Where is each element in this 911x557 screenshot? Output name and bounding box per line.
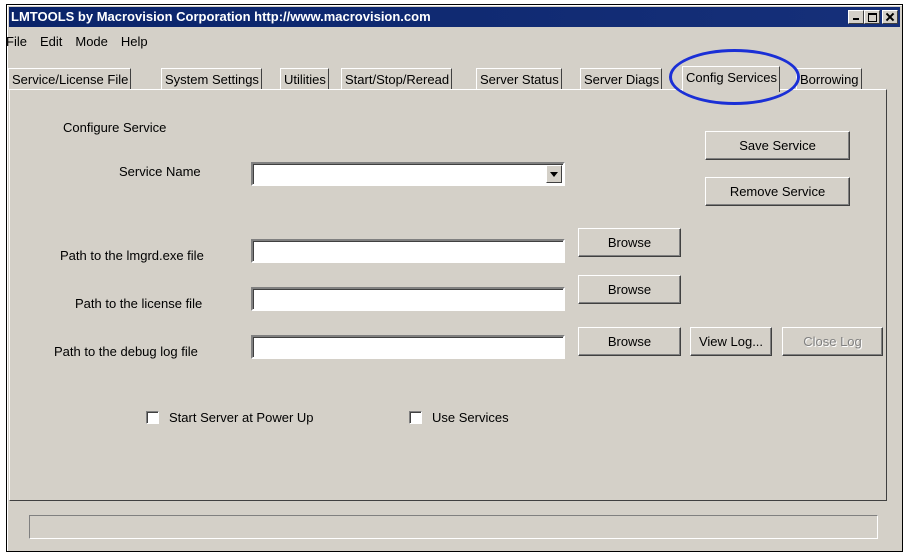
lmgrd-path-field[interactable]	[251, 239, 565, 263]
window-title: LMTOOLS by Macrovision Corporation http:…	[11, 9, 431, 24]
maximize-button[interactable]	[864, 10, 880, 24]
menu-file[interactable]: File	[6, 34, 27, 49]
tab-config-services[interactable]: Config Services	[682, 66, 781, 92]
service-name-label: Service Name	[119, 164, 201, 179]
status-bar	[29, 515, 878, 539]
browse-debug-log-button[interactable]: Browse	[578, 327, 681, 356]
title-bar[interactable]: LMTOOLS by Macrovision Corporation http:…	[9, 7, 900, 27]
close-log-button: Close Log	[782, 327, 883, 356]
start-at-power-up-box[interactable]	[146, 411, 159, 424]
tab-system-settings[interactable]: System Settings	[161, 68, 262, 90]
save-service-button[interactable]: Save Service	[705, 131, 850, 160]
browse-license-button[interactable]: Browse	[578, 275, 681, 304]
menu-edit[interactable]: Edit	[40, 34, 62, 49]
tab-server-status[interactable]: Server Status	[476, 68, 562, 90]
menu-mode[interactable]: Mode	[75, 34, 108, 49]
start-at-power-up-checkbox[interactable]: Start Server at Power Up	[146, 410, 314, 425]
configure-service-heading: Configure Service	[63, 120, 167, 135]
tab-start-stop-reread[interactable]: Start/Stop/Reread	[341, 68, 453, 90]
debug-log-path-input[interactable]	[253, 337, 563, 357]
debug-log-path-label: Path to the debug log file	[54, 344, 198, 359]
license-path-input[interactable]	[253, 289, 563, 309]
minimize-button[interactable]	[848, 10, 864, 24]
menu-help[interactable]: Help	[121, 34, 148, 49]
menu-bar: File Edit Mode Help	[6, 34, 161, 49]
license-path-label: Path to the license file	[75, 296, 203, 311]
start-at-power-up-label[interactable]: Start Server at Power Up	[169, 410, 314, 425]
remove-service-button[interactable]: Remove Service	[705, 177, 850, 206]
browse-lmgrd-button[interactable]: Browse	[578, 228, 681, 257]
use-services-checkbox[interactable]: Use Services	[409, 410, 509, 425]
tab-utilities[interactable]: Utilities	[280, 68, 329, 90]
tab-service-license-file[interactable]: Service/License File	[8, 68, 132, 90]
debug-log-path-field[interactable]	[251, 335, 565, 359]
service-name-input[interactable]	[253, 164, 563, 184]
license-path-field[interactable]	[251, 287, 565, 311]
use-services-box[interactable]	[409, 411, 422, 424]
lmgrd-path-label: Path to the lmgrd.exe file	[60, 248, 204, 263]
tab-server-diags[interactable]: Server Diags	[580, 68, 663, 90]
use-services-label[interactable]: Use Services	[432, 410, 509, 425]
lmgrd-path-input[interactable]	[253, 241, 563, 261]
service-name-dropdown[interactable]	[251, 162, 565, 186]
chevron-down-icon[interactable]	[546, 165, 562, 183]
tab-borrowing[interactable]: Borrowing	[796, 68, 862, 90]
close-button[interactable]	[882, 10, 898, 24]
view-log-button[interactable]: View Log...	[690, 327, 772, 356]
